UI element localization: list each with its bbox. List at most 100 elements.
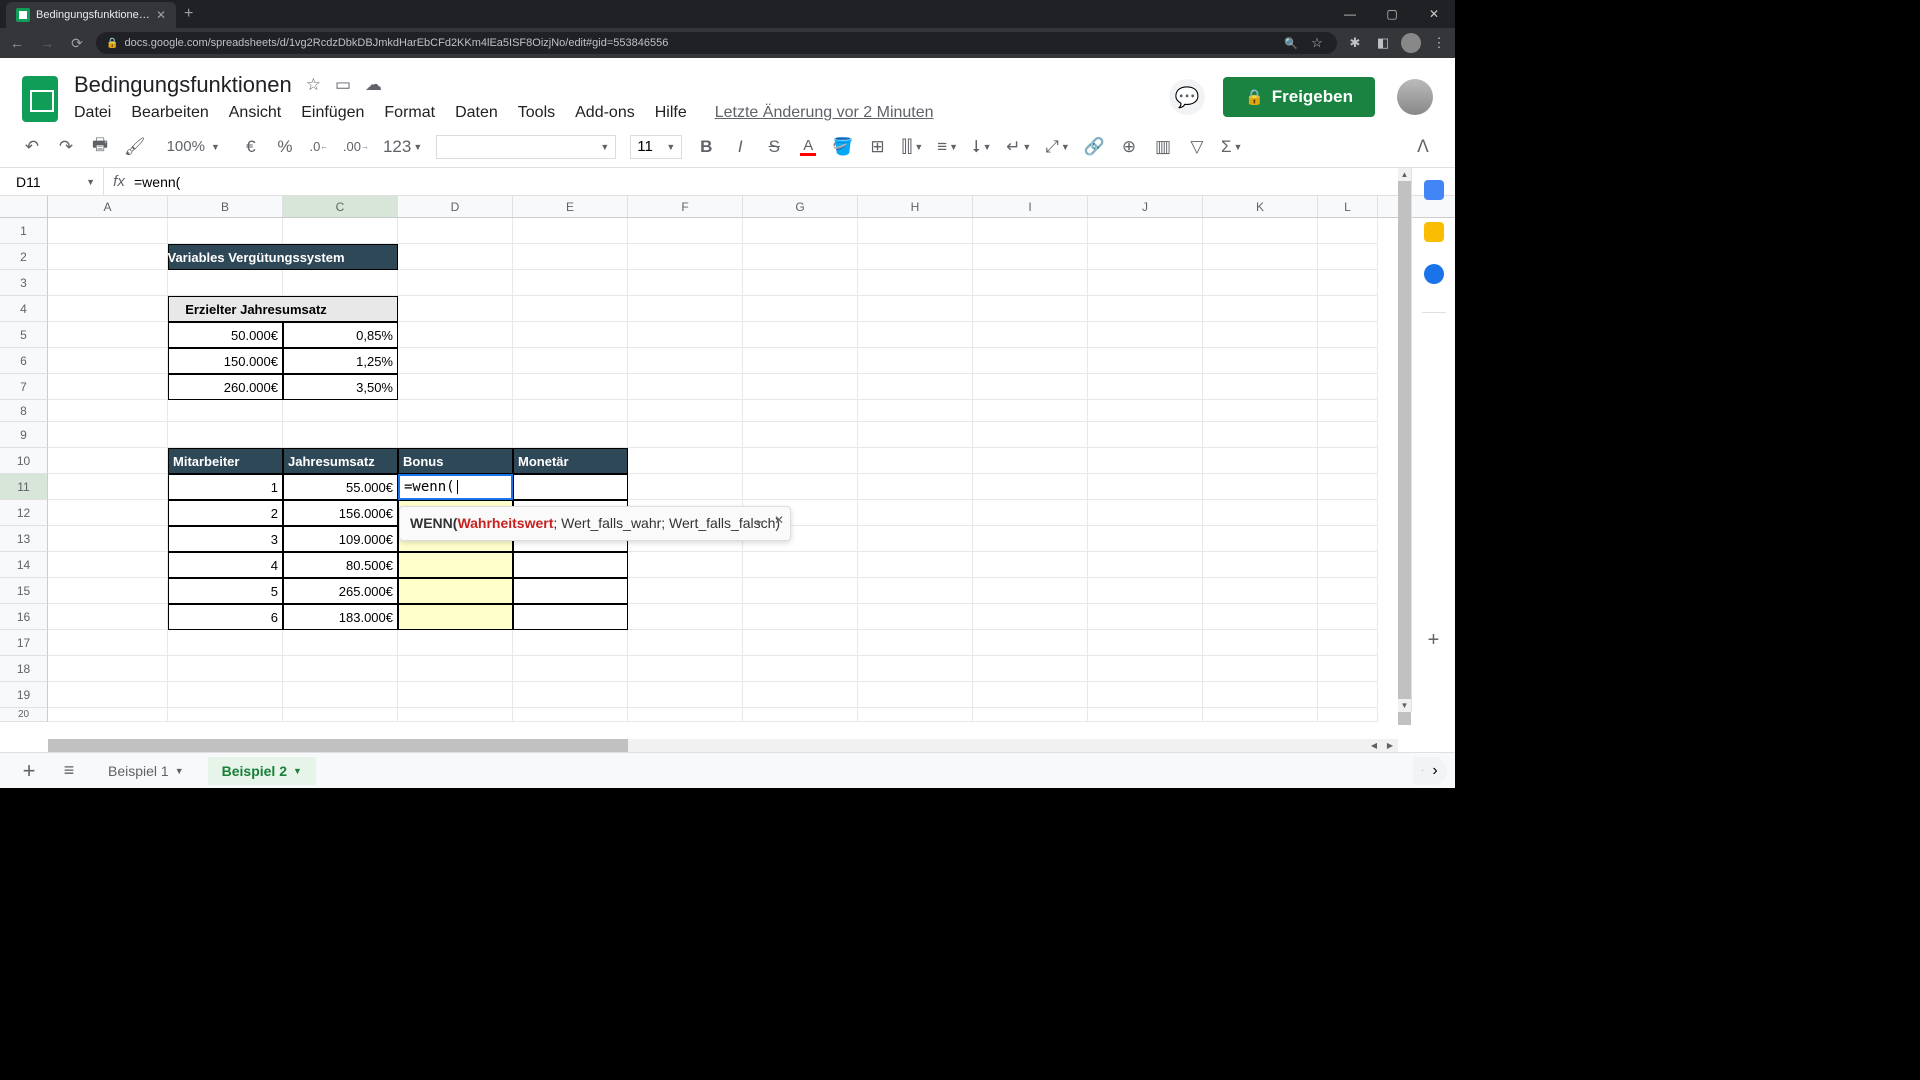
ext-icon[interactable]: ◧ bbox=[1373, 35, 1393, 51]
decrease-decimal-button[interactable]: .0← bbox=[309, 139, 329, 154]
cell[interactable]: 0,85% bbox=[283, 322, 398, 348]
address-bar[interactable]: 🔒 docs.google.com/spreadsheets/d/1vg2Rcd… bbox=[96, 32, 1337, 54]
share-button[interactable]: 🔒 Freigeben bbox=[1223, 77, 1375, 117]
forward-button[interactable]: → bbox=[36, 35, 58, 51]
scroll-left-icon[interactable]: ◀ bbox=[1367, 739, 1381, 752]
cell[interactable]: 5 bbox=[168, 578, 283, 604]
col-header-L[interactable]: L bbox=[1318, 196, 1378, 217]
name-box[interactable]: D11 ▼ bbox=[8, 168, 104, 195]
move-icon[interactable]: ▭ bbox=[335, 75, 351, 95]
col-header-G[interactable]: G bbox=[743, 196, 858, 217]
text-rotation-button[interactable]: ⤢▼ bbox=[1045, 137, 1070, 157]
scroll-right-icon[interactable]: ▶ bbox=[1383, 739, 1397, 752]
back-button[interactable]: ← bbox=[6, 35, 28, 51]
row-header[interactable]: 6 bbox=[0, 348, 48, 374]
new-tab-button[interactable]: + bbox=[184, 5, 193, 23]
cell[interactable]: 3,50% bbox=[283, 374, 398, 400]
zoom-dropdown[interactable]: 100% ▼ bbox=[160, 135, 227, 158]
redo-button[interactable]: ↷ bbox=[56, 137, 76, 157]
horizontal-scrollbar-thumb[interactable] bbox=[48, 739, 628, 752]
cell[interactable]: 1 bbox=[168, 474, 283, 500]
extensions-icon[interactable]: ✱ bbox=[1345, 35, 1365, 51]
row-header[interactable]: 10 bbox=[0, 448, 48, 474]
font-size-dropdown[interactable]: 11 ▼ bbox=[630, 135, 682, 159]
menu-hilfe[interactable]: Hilfe bbox=[655, 104, 687, 122]
row-header[interactable]: 3 bbox=[0, 270, 48, 296]
add-addon-icon[interactable]: + bbox=[1428, 629, 1440, 652]
row-header[interactable]: 18 bbox=[0, 656, 48, 682]
col-header-K[interactable]: K bbox=[1203, 196, 1318, 217]
collapse-toolbar-icon[interactable]: ᐱ bbox=[1413, 137, 1433, 157]
insert-chart-button[interactable]: ▥ bbox=[1153, 137, 1173, 157]
text-color-button[interactable]: A bbox=[798, 138, 818, 156]
cell[interactable]: 260.000€ bbox=[168, 374, 283, 400]
filter-button[interactable]: ▽ bbox=[1187, 137, 1207, 157]
col-header-I[interactable]: I bbox=[973, 196, 1088, 217]
col-header-B[interactable]: B bbox=[168, 196, 283, 217]
increase-decimal-button[interactable]: .00→ bbox=[343, 139, 369, 154]
cell[interactable]: 183.000€ bbox=[283, 604, 398, 630]
row-header[interactable]: 14 bbox=[0, 552, 48, 578]
cell[interactable]: 150.000€ bbox=[168, 348, 283, 374]
cell[interactable] bbox=[398, 578, 513, 604]
tooltip-close-icon[interactable]: ✕ bbox=[774, 513, 784, 527]
formula-input[interactable]: =wenn( bbox=[134, 174, 1455, 190]
spreadsheet-grid[interactable]: A B C D E F G H I J K L 1 2Variables Ver… bbox=[0, 196, 1455, 736]
menu-format[interactable]: Format bbox=[384, 104, 435, 122]
account-avatar-icon[interactable] bbox=[1397, 79, 1433, 115]
row-header[interactable]: 5 bbox=[0, 322, 48, 348]
chevron-down-icon[interactable]: ▼ bbox=[175, 766, 184, 776]
menu-bearbeiten[interactable]: Bearbeiten bbox=[131, 104, 208, 122]
document-title[interactable]: Bedingungsfunktionen bbox=[74, 72, 292, 98]
bookmark-icon[interactable]: ☆ bbox=[1307, 35, 1327, 51]
insert-comment-button[interactable]: ⊕ bbox=[1119, 137, 1139, 157]
col-header-C[interactable]: C bbox=[283, 196, 398, 217]
undo-button[interactable]: ↶ bbox=[22, 137, 42, 157]
cell[interactable]: 2 bbox=[168, 500, 283, 526]
active-cell-D11[interactable]: =wenn( bbox=[398, 474, 513, 500]
merge-cells-button[interactable]: ⫿⫿▼ bbox=[901, 137, 923, 157]
cell[interactable]: 80.500€ bbox=[283, 552, 398, 578]
col-header-F[interactable]: F bbox=[628, 196, 743, 217]
menu-datei[interactable]: Datei bbox=[74, 104, 111, 122]
functions-button[interactable]: Σ▼ bbox=[1221, 137, 1242, 157]
paint-format-button[interactable]: 🖌 bbox=[124, 137, 146, 157]
all-sheets-button[interactable]: ≡ bbox=[54, 760, 84, 781]
cell[interactable] bbox=[398, 552, 513, 578]
col-header-D[interactable]: D bbox=[398, 196, 513, 217]
add-sheet-button[interactable]: + bbox=[14, 758, 44, 784]
vertical-align-button[interactable]: ⭣▼ bbox=[972, 137, 992, 157]
scroll-down-icon[interactable]: ▼ bbox=[1398, 699, 1411, 712]
column-headers[interactable]: A B C D E F G H I J K L bbox=[0, 196, 1455, 218]
cell[interactable]: 3 bbox=[168, 526, 283, 552]
row-header[interactable]: 8 bbox=[0, 400, 48, 422]
star-icon[interactable]: ☆ bbox=[306, 75, 321, 95]
vertical-scrollbar[interactable]: ▲ ▼ bbox=[1398, 168, 1411, 712]
row-header[interactable]: 13 bbox=[0, 526, 48, 552]
row-header[interactable]: 19 bbox=[0, 682, 48, 708]
row-header[interactable]: 2 bbox=[0, 244, 48, 270]
chrome-profile-icon[interactable] bbox=[1401, 33, 1421, 53]
fill-color-button[interactable]: 🪣 bbox=[832, 137, 853, 157]
row-header[interactable]: 17 bbox=[0, 630, 48, 656]
sheet-tab-beispiel1[interactable]: Beispiel 1 ▼ bbox=[94, 757, 198, 785]
sheets-logo-icon[interactable] bbox=[22, 76, 58, 122]
close-tab-icon[interactable]: ✕ bbox=[156, 8, 166, 22]
tasks-icon[interactable] bbox=[1424, 264, 1444, 284]
cell[interactable]: 109.000€ bbox=[283, 526, 398, 552]
cell[interactable]: 1,25% bbox=[283, 348, 398, 374]
browser-tab[interactable]: Bedingungsfunktionen - Google ✕ bbox=[6, 2, 176, 28]
close-window-icon[interactable]: ✕ bbox=[1413, 0, 1455, 28]
col-header-J[interactable]: J bbox=[1088, 196, 1203, 217]
cell[interactable]: 4 bbox=[168, 552, 283, 578]
cell[interactable]: 265.000€ bbox=[283, 578, 398, 604]
italic-button[interactable]: I bbox=[730, 137, 750, 157]
chrome-menu-icon[interactable]: ⋮ bbox=[1429, 35, 1449, 51]
cloud-status-icon[interactable]: ☁ bbox=[365, 75, 382, 95]
row-header[interactable]: 16 bbox=[0, 604, 48, 630]
zoom-icon[interactable]: 🔍 bbox=[1281, 37, 1301, 50]
strikethrough-button[interactable]: S bbox=[764, 137, 784, 157]
cell[interactable] bbox=[513, 604, 628, 630]
horizontal-align-button[interactable]: ≡▼ bbox=[937, 137, 958, 157]
col-header-A[interactable]: A bbox=[48, 196, 168, 217]
